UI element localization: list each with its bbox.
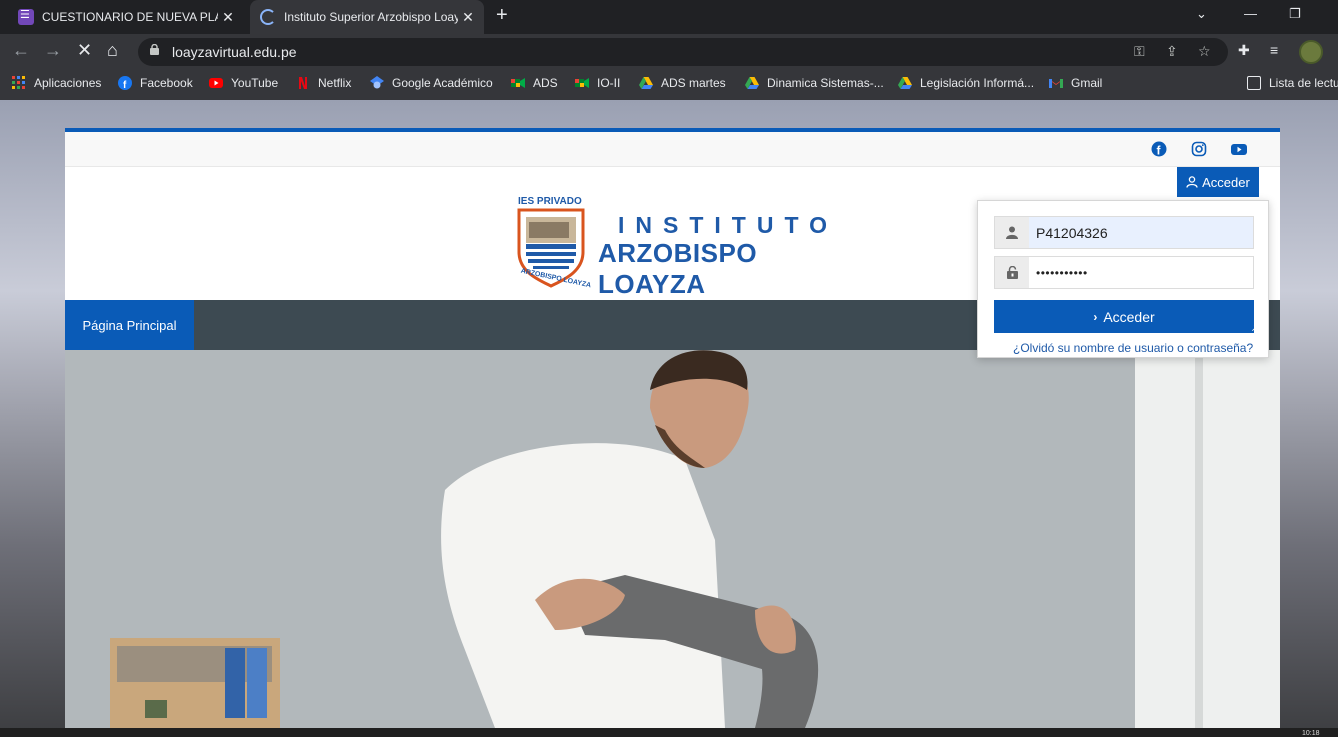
user-icon xyxy=(1186,176,1198,188)
profile-avatar[interactable] xyxy=(1299,40,1323,64)
password-value[interactable]: ••••••••••• xyxy=(1029,257,1253,288)
new-tab-icon[interactable]: + xyxy=(496,4,508,27)
bookmark-label: Aplicaciones xyxy=(34,76,102,90)
browser-tabstrip: CUESTIONARIO DE NUEVA PLATA ✕ Instituto … xyxy=(0,0,1338,34)
youtube-icon xyxy=(209,78,223,88)
browser-toolbar: ← → ✕ ⌂ loayzavirtual.edu.pe ⚿ ⇪ ☆ ✚ ≡ xyxy=(0,34,1338,70)
bookmark-dinamica-sistemas[interactable]: Dinamica Sistemas-... xyxy=(745,76,884,90)
physiotherapy-photo xyxy=(65,350,1280,728)
bookmark-label: ADS martes xyxy=(661,76,726,90)
taskbar-clock: 10:18 xyxy=(1302,730,1320,737)
bookmark-label: ADS xyxy=(533,76,558,90)
bookmark-gmail[interactable]: Gmail xyxy=(1049,76,1102,90)
acceder-toggle-button[interactable]: Acceder xyxy=(1177,167,1259,197)
bookmark-google-academico[interactable]: Google Académico xyxy=(370,76,493,90)
share-icon[interactable]: ⇪ xyxy=(1166,43,1178,60)
bookmark-aplicaciones[interactable]: Aplicaciones xyxy=(12,76,101,90)
back-icon[interactable]: ← xyxy=(12,40,30,61)
password-field[interactable]: ••••••••••• xyxy=(994,256,1254,289)
meet-icon xyxy=(575,78,589,88)
gmail-icon xyxy=(1049,79,1063,88)
bookmark-io-ii[interactable]: IO-II xyxy=(575,76,620,90)
user-icon xyxy=(995,217,1029,248)
loading-spinner-icon xyxy=(260,9,276,25)
bookmark-label: YouTube xyxy=(231,76,279,90)
facebook-icon[interactable]: f xyxy=(1151,141,1167,157)
meet-icon xyxy=(511,78,525,88)
padlock-icon xyxy=(995,257,1029,288)
nav-pagina-principal[interactable]: Página Principal xyxy=(65,300,194,350)
bookmark-facebook[interactable]: f Facebook xyxy=(118,76,193,90)
username-field[interactable]: P41204326 xyxy=(994,216,1254,249)
url-text: loayzavirtual.edu.pe xyxy=(172,44,297,60)
logo-ies-text: IES PRIVADO xyxy=(518,196,582,207)
close-tab-icon[interactable]: ✕ xyxy=(458,9,478,26)
submit-label: Acceder xyxy=(1103,308,1155,325)
bookmark-label: Google Académico xyxy=(392,76,493,90)
tab-cuestionario[interactable]: CUESTIONARIO DE NUEVA PLATA ✕ xyxy=(8,0,244,34)
bookmark-legislacion[interactable]: Legislación Informá... xyxy=(898,76,1034,90)
bookmark-label: Netflix xyxy=(318,76,352,90)
tab-title: Instituto Superior Arzobispo Loay xyxy=(284,10,458,24)
reading-list-label: Lista de lectu xyxy=(1269,76,1338,90)
acceder-label: Acceder xyxy=(1202,174,1250,190)
forward-icon[interactable]: → xyxy=(44,40,62,61)
search-icon[interactable]: ⌕ xyxy=(1252,315,1262,336)
login-dropdown: P41204326 ••••••••••• › Acceder ¿Olvidó … xyxy=(977,200,1269,358)
social-bar: f xyxy=(65,132,1280,167)
username-value[interactable]: P41204326 xyxy=(1029,217,1253,248)
address-bar[interactable]: loayzavirtual.edu.pe ⚿ ⇪ ☆ xyxy=(138,38,1228,66)
tab-instituto[interactable]: Instituto Superior Arzobispo Loay ✕ xyxy=(250,0,484,34)
instagram-icon[interactable] xyxy=(1191,141,1207,157)
apps-grid-icon xyxy=(12,76,25,89)
hero-banner-image xyxy=(65,350,1280,728)
reading-list-icon xyxy=(1247,76,1261,90)
youtube-icon[interactable] xyxy=(1231,141,1247,157)
reading-list[interactable]: Lista de lectu xyxy=(1247,76,1338,90)
key-icon[interactable]: ⚿ xyxy=(1134,43,1145,60)
stop-icon[interactable]: ✕ xyxy=(77,40,92,61)
bookmark-ads[interactable]: ADS xyxy=(511,76,558,90)
restore-icon[interactable]: ❐ xyxy=(1289,6,1301,22)
minimize-icon[interactable]: — xyxy=(1244,6,1257,21)
tab-title: CUESTIONARIO DE NUEVA PLATA xyxy=(42,10,218,24)
bookmarks-bar: Aplicaciones f Facebook YouTube Netflix … xyxy=(0,70,1338,100)
home-icon[interactable]: ⌂ xyxy=(107,40,118,61)
bookmark-label: Legislación Informá... xyxy=(920,76,1035,90)
extensions-icon[interactable]: ✚ xyxy=(1238,42,1250,59)
drive-icon xyxy=(898,77,912,89)
bookmark-label: Gmail xyxy=(1071,76,1103,90)
tab-search-icon[interactable]: ⌄ xyxy=(1196,6,1207,22)
bookmark-label: Dinamica Sistemas-... xyxy=(767,76,884,90)
facebook-icon: f xyxy=(118,76,132,90)
netflix-icon xyxy=(299,77,307,89)
drive-icon xyxy=(639,77,653,89)
bookmark-youtube[interactable]: YouTube xyxy=(209,76,278,90)
chevron-right-icon: › xyxy=(1093,309,1098,324)
forgot-credentials-link[interactable]: ¿Olvidó su nombre de usuario o contraseñ… xyxy=(1013,341,1253,355)
os-taskbar: 10:18 xyxy=(0,728,1338,737)
logo-line2: ARZOBISPO LOAYZA xyxy=(598,238,758,299)
bookmark-star-icon[interactable]: ☆ xyxy=(1198,43,1211,60)
media-queue-icon[interactable]: ≡ xyxy=(1270,42,1278,58)
bookmark-ads-martes[interactable]: ADS martes xyxy=(639,76,726,90)
bookmark-label: IO-II xyxy=(597,76,621,90)
scholar-icon xyxy=(370,76,384,89)
logo-line1: INSTITUTO xyxy=(618,212,838,238)
bookmark-label: Facebook xyxy=(140,76,193,90)
institute-logo[interactable]: IES PRIVADO ARZOBISPO LOAYZA INSTITUTO A… xyxy=(515,194,838,299)
drive-icon xyxy=(745,77,759,89)
forms-icon xyxy=(18,8,34,25)
close-tab-icon[interactable]: ✕ xyxy=(218,9,238,26)
acceder-submit-button[interactable]: › Acceder xyxy=(994,300,1254,333)
bookmark-netflix[interactable]: Netflix xyxy=(296,76,351,90)
lock-icon xyxy=(150,44,159,55)
